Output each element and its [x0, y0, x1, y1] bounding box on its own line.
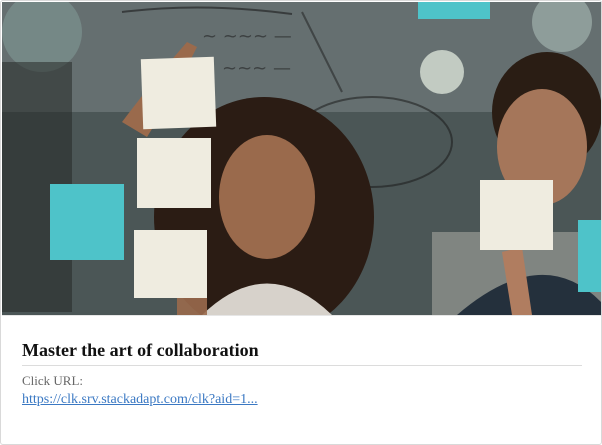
ad-title[interactable]: Master the art of collaboration — [22, 340, 259, 361]
svg-text:~ ~~~ —: ~ ~~~ — — [202, 26, 292, 47]
ad-card[interactable]: ~ ~~~ — ~~~ — Master the art of collabor… — [0, 0, 602, 445]
click-url-link[interactable]: https://clk.srv.stackadapt.com/clk?aid=1… — [22, 392, 258, 408]
hero-image[interactable]: ~ ~~~ — ~~~ — — [2, 2, 601, 315]
hero-photo: ~ ~~~ — ~~~ — — [2, 2, 601, 315]
click-url-label: Click URL: — [22, 373, 84, 388]
title-rule — [22, 365, 582, 366]
svg-text:~~~ —: ~~~ — — [222, 58, 291, 79]
image-divider — [2, 315, 601, 316]
